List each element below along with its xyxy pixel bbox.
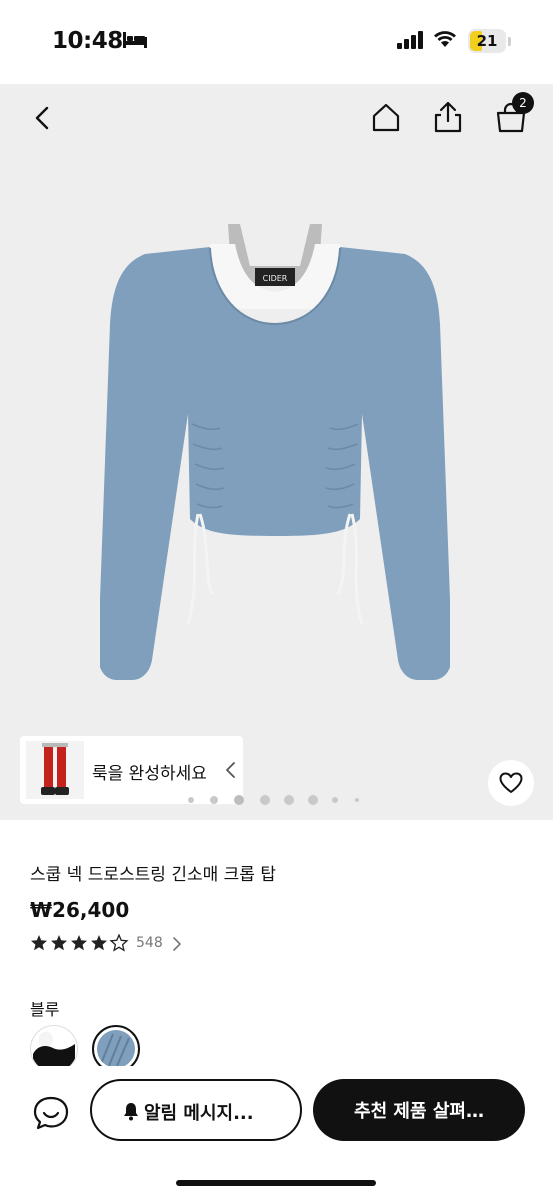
pagination-dot (210, 796, 218, 804)
home-indicator (176, 1180, 376, 1186)
bell-icon (124, 1103, 138, 1121)
notify-label: 알림 메시지... (144, 1103, 254, 1124)
wishlist-button[interactable] (488, 760, 534, 806)
pagination-dot (284, 795, 294, 805)
pagination-dot (332, 797, 338, 803)
battery-cap (508, 37, 511, 46)
battery-level: 21 (476, 32, 498, 50)
star-icon (31, 934, 129, 952)
color-label: 블루 (30, 1000, 60, 1019)
share-icon (434, 101, 462, 133)
pagination-dot (260, 795, 270, 805)
blue-swatch-fill (97, 1030, 135, 1068)
product-gallery[interactable]: 2 CIDER 룩을 완성하세요 (0, 84, 553, 820)
status-time: 10:48 (52, 28, 123, 54)
pagination-dot (234, 795, 244, 805)
recommend-label: 추천 제품 살펴… (354, 1101, 484, 1122)
pagination-dot (188, 797, 194, 803)
battery-icon: 21 (468, 29, 506, 53)
share-button[interactable] (428, 98, 468, 138)
cart-count-badge: 2 (512, 92, 534, 114)
bed-icon (122, 31, 148, 53)
product-title: 스쿱 넥 드로스트링 긴소매 크롭 탑 (30, 865, 276, 885)
chat-icon (33, 1096, 69, 1130)
chevron-right-icon (173, 937, 181, 951)
recommend-products-button[interactable]: 추천 제품 살펴… (313, 1079, 525, 1141)
signal-icon (396, 31, 424, 53)
back-button[interactable] (22, 98, 62, 138)
cart-button[interactable]: 2 (491, 92, 534, 138)
look-thumbnail (26, 741, 84, 799)
status-bar: 10:48 21 (0, 0, 553, 84)
chat-button[interactable] (30, 1092, 72, 1134)
chevron-left-icon (226, 762, 235, 778)
heart-icon (499, 772, 523, 793)
product-image[interactable]: CIDER (100, 214, 450, 684)
home-icon (372, 103, 400, 132)
review-count: 548 (136, 935, 163, 951)
brand-tag: CIDER (263, 274, 288, 283)
complete-the-look-chip[interactable]: 룩을 완성하세요 (20, 736, 243, 804)
wifi-icon (432, 29, 458, 53)
rating-stars (31, 934, 129, 952)
home-button[interactable] (366, 98, 406, 138)
notify-button[interactable]: 알림 메시지... (90, 1079, 302, 1141)
pagination-dot (355, 798, 359, 802)
back-arrow-icon (35, 106, 49, 130)
look-chip-label: 룩을 완성하세요 (92, 764, 207, 784)
product-price: ₩26,400 (30, 898, 130, 922)
pagination-dot (308, 795, 318, 805)
bottom-action-bar: 알림 메시지... 추천 제품 살펴… (0, 1066, 553, 1200)
